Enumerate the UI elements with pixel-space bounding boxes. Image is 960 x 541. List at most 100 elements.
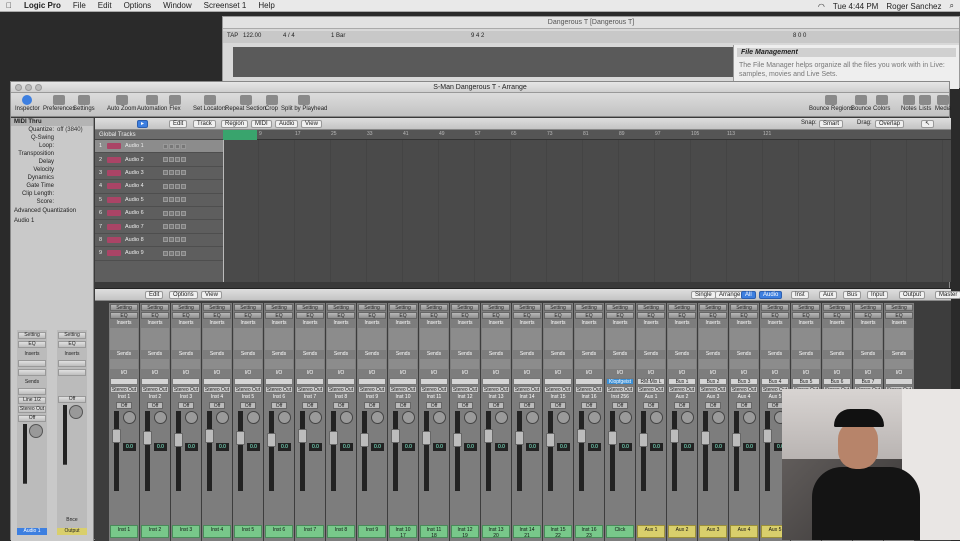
input-select[interactable] bbox=[451, 378, 479, 385]
output-select[interactable]: Stereo Out bbox=[358, 386, 386, 393]
mute-button[interactable] bbox=[163, 197, 168, 203]
volume-fader[interactable] bbox=[205, 429, 214, 443]
send-slots[interactable] bbox=[730, 359, 758, 369]
output-select[interactable]: Stereo Out bbox=[172, 386, 200, 393]
input-select[interactable] bbox=[110, 378, 138, 385]
time-signature[interactable]: 4 / 4 bbox=[283, 33, 295, 39]
wifi-icon[interactable]: ◠ bbox=[818, 2, 825, 11]
insert-slots[interactable] bbox=[203, 328, 231, 350]
insert-slots[interactable] bbox=[854, 328, 882, 350]
insert-slots[interactable] bbox=[482, 328, 510, 350]
track-name[interactable]: Audio 9 bbox=[125, 250, 163, 256]
setting-button[interactable]: Setting bbox=[606, 304, 634, 311]
track-header[interactable]: 4 Audio 4 bbox=[95, 180, 223, 194]
arrange-menu-view[interactable]: View bbox=[301, 120, 322, 128]
insert-slots[interactable] bbox=[234, 328, 262, 350]
input-select[interactable] bbox=[172, 378, 200, 385]
send-slots[interactable] bbox=[544, 359, 572, 369]
output-select[interactable]: Stereo Out bbox=[389, 386, 417, 393]
output-select[interactable]: Stereo Out bbox=[637, 386, 665, 393]
arrange-menu-region[interactable]: Region bbox=[221, 120, 249, 128]
setting-button[interactable]: Setting bbox=[110, 304, 138, 311]
volume-fader[interactable] bbox=[422, 431, 431, 445]
volume-fader[interactable] bbox=[19, 424, 45, 484]
insert-slots[interactable] bbox=[451, 328, 479, 350]
output-select[interactable]: Stereo Out bbox=[544, 386, 572, 393]
record-button[interactable] bbox=[175, 143, 180, 149]
insert-slots[interactable] bbox=[110, 328, 138, 350]
eq-button[interactable]: EQ bbox=[141, 312, 169, 319]
inspector-row[interactable]: Delay bbox=[11, 158, 93, 166]
eq-button[interactable]: EQ bbox=[58, 341, 86, 348]
setting-button[interactable]: Setting bbox=[544, 304, 572, 311]
view-arrange-button[interactable]: Arrange bbox=[715, 291, 745, 299]
setting-button[interactable]: Setting bbox=[761, 304, 789, 311]
track-header[interactable]: 8 Audio 8 bbox=[95, 234, 223, 248]
insert-slots[interactable] bbox=[761, 328, 789, 350]
pan-knob[interactable] bbox=[216, 411, 229, 424]
eq-button[interactable]: EQ bbox=[730, 312, 758, 319]
automation-mode[interactable]: Off bbox=[18, 415, 46, 422]
eq-button[interactable]: EQ bbox=[668, 312, 696, 319]
automation-mode[interactable]: Off bbox=[457, 402, 473, 409]
toolbar-button-preferences[interactable]: Preferences bbox=[43, 95, 75, 112]
send-slots[interactable] bbox=[389, 359, 417, 369]
insert-slot[interactable] bbox=[18, 360, 46, 367]
insert-slots[interactable] bbox=[606, 328, 634, 350]
track-header[interactable]: 2 Audio 2 bbox=[95, 153, 223, 167]
track-name[interactable]: Audio 8 bbox=[125, 237, 163, 243]
setting-button[interactable]: Setting bbox=[637, 304, 665, 311]
track-lanes[interactable] bbox=[223, 140, 951, 282]
inspector-row[interactable]: Dynamics bbox=[11, 174, 93, 182]
input-select[interactable] bbox=[203, 378, 231, 385]
automation-mode[interactable]: Off bbox=[116, 402, 132, 409]
setting-button[interactable]: Setting bbox=[854, 304, 882, 311]
menu-window[interactable]: Window bbox=[163, 1, 191, 10]
insert-slots[interactable] bbox=[885, 328, 913, 350]
pan-knob[interactable] bbox=[588, 411, 601, 424]
input-select[interactable] bbox=[544, 378, 572, 385]
automation-mode[interactable]: Off bbox=[240, 402, 256, 409]
output-select[interactable]: Stereo Out bbox=[141, 386, 169, 393]
toolbar-button-auto-zoom[interactable]: Auto Zoom bbox=[107, 95, 136, 112]
eq-button[interactable]: EQ bbox=[575, 312, 603, 319]
mute-button[interactable] bbox=[163, 157, 168, 163]
param-value[interactable] bbox=[54, 134, 90, 142]
volume-fader[interactable] bbox=[546, 433, 555, 447]
send-slots[interactable] bbox=[637, 359, 665, 369]
toolbar-button-flex[interactable]: Flex bbox=[169, 95, 181, 112]
insert-slots[interactable] bbox=[544, 328, 572, 350]
toolbar-button-settings[interactable]: Settings bbox=[73, 95, 95, 112]
clock[interactable]: Tue 4:44 PM bbox=[833, 2, 879, 11]
track-header[interactable]: 1 Audio 1 bbox=[95, 140, 223, 154]
track-header[interactable]: 5 Audio 5 bbox=[95, 194, 223, 207]
input-select[interactable]: Bus 2 bbox=[699, 378, 727, 385]
solo-button[interactable] bbox=[169, 183, 174, 189]
inspector-row[interactable]: Loop: bbox=[11, 142, 93, 150]
pan-knob[interactable] bbox=[69, 405, 83, 419]
output-select[interactable]: Stereo Out bbox=[730, 386, 758, 393]
strip-name[interactable]: Inst 15 22 bbox=[544, 525, 572, 539]
mixer-menu-edit[interactable]: Edit bbox=[145, 291, 164, 299]
send-slots[interactable] bbox=[234, 359, 262, 369]
mute-button[interactable] bbox=[163, 210, 168, 216]
input-monitor-button[interactable] bbox=[181, 237, 186, 243]
filter-master[interactable]: Master bbox=[935, 291, 960, 299]
toolbar-button-crop[interactable]: Crop bbox=[265, 95, 278, 112]
output-select[interactable]: Stereo Out bbox=[234, 386, 262, 393]
toolbar-button-inspector[interactable]: Inspector bbox=[15, 95, 40, 112]
strip-name[interactable]: Inst 12 19 bbox=[451, 525, 479, 539]
solo-button[interactable] bbox=[169, 157, 174, 163]
strip-name[interactable]: Inst 10 17 bbox=[389, 525, 417, 539]
arrange-menu-track[interactable]: Track bbox=[193, 120, 216, 128]
volume-fader[interactable] bbox=[577, 429, 586, 443]
input-select[interactable] bbox=[327, 378, 355, 385]
send-slot[interactable] bbox=[18, 388, 46, 395]
view-single-button[interactable]: Single bbox=[691, 291, 716, 299]
input-monitor-button[interactable] bbox=[181, 224, 186, 230]
menu-edit[interactable]: Edit bbox=[98, 1, 112, 10]
eq-button[interactable]: EQ bbox=[203, 312, 231, 319]
automation-mode[interactable]: Off bbox=[767, 402, 783, 409]
eq-button[interactable]: EQ bbox=[327, 312, 355, 319]
strip-name[interactable]: Aux 4 bbox=[730, 525, 758, 538]
